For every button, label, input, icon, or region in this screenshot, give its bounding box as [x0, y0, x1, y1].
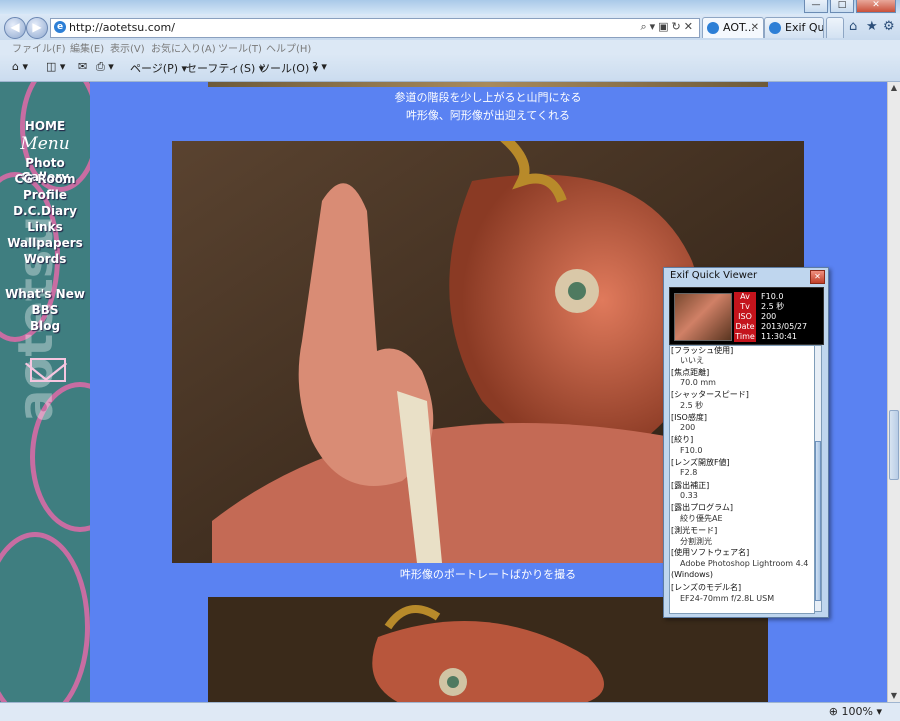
scrollbar-thumb[interactable] — [889, 410, 899, 480]
exif-scrollbar-thumb[interactable] — [815, 441, 821, 601]
exif-detail-label: [露出プログラム] — [671, 503, 734, 512]
menu-edit[interactable]: 編集(E) — [70, 40, 104, 55]
ie-page-icon: e — [54, 21, 66, 33]
print-icon[interactable]: ⎙ ▾ — [96, 60, 114, 74]
exif-close-button[interactable]: ✕ — [810, 270, 825, 284]
new-tab-button[interactable] — [826, 17, 844, 38]
forward-button[interactable]: ▶ — [26, 17, 48, 39]
exif-tag-av: Av — [734, 292, 756, 302]
ie-tab-icon — [707, 22, 719, 34]
exif-detail-label: [シャッタースピード] — [671, 390, 749, 399]
scroll-down-icon[interactable]: ▼ — [888, 690, 900, 702]
exif-detail-value: 分割測光 — [680, 537, 712, 546]
exif-tag-time: Time — [734, 332, 756, 342]
exif-detail-value: 2.5 秒 — [680, 401, 704, 410]
exif-detail-value: (Windows) — [671, 570, 713, 579]
window-titlebar: — □ ✕ — [0, 0, 900, 14]
gear-icon[interactable]: ⚙ — [883, 19, 895, 34]
exif-detail-label: [露出補正] — [671, 481, 710, 490]
exif-detail-label: [測光モード] — [671, 526, 718, 535]
exif-detail-list[interactable]: [フラッシュ使用] いいえ [焦点距離] 70.0 mm [シャッタースピード]… — [669, 345, 815, 614]
favorites-star-icon[interactable]: ★ — [866, 19, 878, 34]
exif-summary-panel: Av F10.0 Tv 2.5 秒 ISO 200 Date 2013/05/2… — [669, 287, 824, 345]
home-icon[interactable]: ⌂ — [849, 19, 857, 34]
exif-value-date: 2013/05/27 — [761, 322, 808, 331]
maximize-button[interactable]: □ — [830, 0, 854, 13]
tab-aotetsu[interactable]: AOT... ✕ — [702, 17, 764, 38]
status-bar: ⊕ 100% ▾ — [0, 702, 900, 721]
exif-value-time: 11:30:41 — [761, 332, 797, 341]
tools-menu[interactable]: ツール(O) ▾ — [259, 60, 318, 76]
exif-value-iso: 200 — [761, 312, 777, 321]
mail-icon[interactable] — [30, 358, 66, 382]
exif-viewer-window[interactable]: Exif Quick Viewer ✕ Av F10.0 Tv 2.5 秒 IS… — [663, 267, 829, 618]
exif-detail-label: [絞り] — [671, 435, 694, 444]
nav-whats-new[interactable]: What's New — [0, 287, 90, 301]
exif-detail-value: F2.8 — [680, 468, 698, 477]
menu-favorites[interactable]: お気に入り(A) — [151, 40, 216, 55]
menu-file[interactable]: ファイル(F) — [12, 40, 66, 55]
exif-detail-label: [ISO感度] — [671, 413, 707, 422]
address-row: ◀ ▶ e http://aotetsu.com/ ⌕▾▣↻✕ AOT... ✕… — [0, 14, 900, 40]
search-icon[interactable]: ⌕▾▣↻✕ — [640, 20, 696, 34]
previous-photo-edge — [208, 82, 768, 87]
exif-detail-label: [使用ソフトウェア名] — [671, 548, 750, 557]
caption-top-1: 参道の階段を少し上がると山門になる — [394, 91, 582, 104]
exif-detail-label: [レンズのモデル名] — [671, 583, 742, 592]
menu-view[interactable]: 表示(V) — [110, 40, 145, 55]
back-button[interactable]: ◀ — [4, 17, 26, 39]
nav-bbs[interactable]: BBS — [0, 303, 90, 317]
url-text[interactable]: http://aotetsu.com/ — [69, 21, 175, 34]
feeds-icon[interactable]: ◫ ▾ — [46, 60, 65, 73]
exif-viewer-title: Exif Quick Viewer — [670, 270, 758, 281]
site-sidebar: aotetsu HOME Menu Photo Gallery CG Room … — [0, 82, 90, 702]
mail-command-icon[interactable]: ✉ — [78, 60, 87, 73]
exif-detail-value: 絞り優先AE — [680, 514, 723, 523]
page-scrollbar[interactable]: ▲ ▼ — [887, 82, 900, 702]
nav-wallpapers[interactable]: Wallpapers — [0, 236, 90, 250]
help-icon[interactable]: ? ▾ — [312, 60, 327, 73]
nav-home[interactable]: HOME — [0, 119, 90, 133]
nav-blog[interactable]: Blog — [0, 319, 90, 333]
exif-detail-value: 70.0 mm — [680, 378, 716, 387]
exif-tag-tv: Tv — [734, 302, 756, 312]
close-window-button[interactable]: ✕ — [856, 0, 896, 13]
menu-help[interactable]: ヘルプ(H) — [266, 40, 311, 55]
menu-tools[interactable]: ツール(T) — [218, 40, 262, 55]
nav-dc-diary[interactable]: D.C.Diary — [0, 204, 90, 218]
minimize-button[interactable]: — — [804, 0, 828, 13]
exif-value-tv: 2.5 秒 — [761, 302, 785, 311]
ie-tab-icon — [769, 22, 781, 34]
caption-top-2: 吽形像、阿形像が出迎えてくれる — [405, 109, 571, 122]
tab-close-icon[interactable]: ✕ — [751, 18, 759, 38]
scroll-up-icon[interactable]: ▲ — [888, 82, 900, 94]
exif-detail-value: F10.0 — [680, 446, 703, 455]
exif-detail-label: [焦点距離] — [671, 368, 710, 377]
exif-detail-value: いいえ — [680, 356, 704, 365]
home-command-icon[interactable]: ⌂ ▾ — [12, 60, 28, 73]
nav-words[interactable]: Words — [0, 252, 90, 266]
exif-thumbnail — [674, 293, 732, 341]
exif-detail-value: 200 — [680, 423, 696, 432]
nav-profile[interactable]: Profile — [0, 188, 90, 202]
command-bar: ⌂ ▾ ◫ ▾ ✉ ⎙ ▾ ページ(P) ▾ セーフティ(S) ▾ ツール(O)… — [0, 54, 900, 82]
nav-cg-room[interactable]: CG Room — [0, 172, 90, 186]
address-bar[interactable]: e http://aotetsu.com/ ⌕▾▣↻✕ — [50, 18, 700, 38]
menu-bar: ファイル(F) 編集(E) 表示(V) お気に入り(A) ツール(T) ヘルプ(… — [0, 40, 900, 55]
exif-tag-iso: ISO — [734, 312, 756, 322]
tab-exif[interactable]: Exif Qui... — [764, 17, 824, 38]
exif-value-av: F10.0 — [761, 292, 784, 301]
exif-detail-value: 0.33 — [680, 491, 698, 500]
exif-detail-label: [レンズ開放F値] — [671, 458, 730, 467]
safety-menu[interactable]: セーフティ(S) ▾ — [186, 60, 264, 76]
exif-list-scrollbar[interactable] — [814, 345, 822, 612]
nav-links[interactable]: Links — [0, 220, 90, 234]
page-menu[interactable]: ページ(P) ▾ — [130, 60, 187, 76]
exif-detail-value: EF24-70mm f/2.8L USM — [680, 594, 775, 603]
zoom-level[interactable]: ⊕ 100% ▾ — [829, 705, 882, 718]
exif-detail-value: Adobe Photoshop Lightroom 4.4 — [680, 559, 809, 568]
menu-label: Menu — [20, 134, 70, 154]
exif-tag-date: Date — [734, 322, 756, 332]
